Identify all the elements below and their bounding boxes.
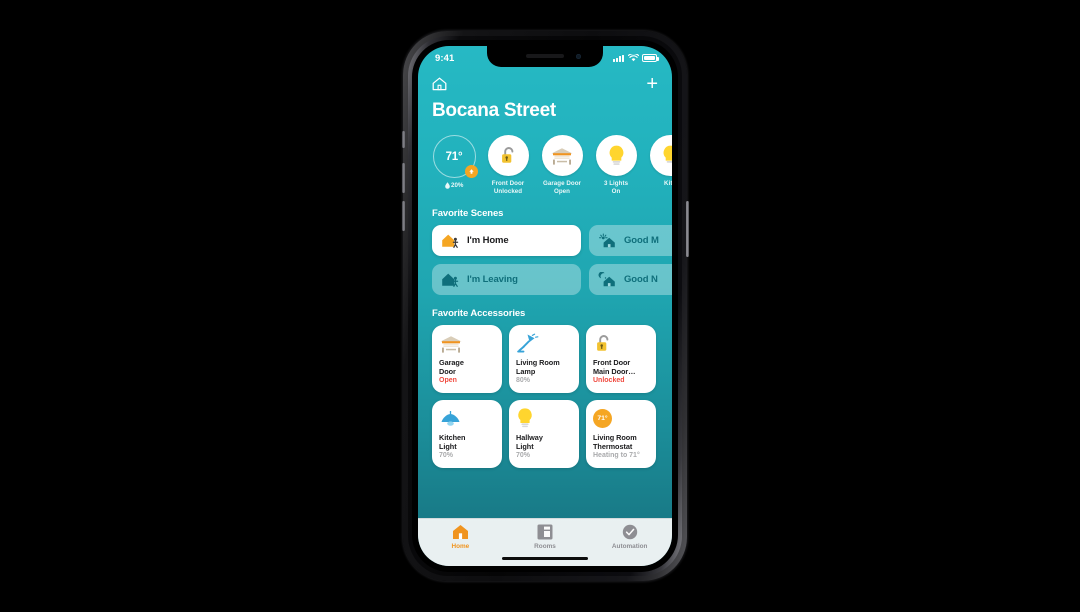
- tab-rooms[interactable]: Rooms: [503, 523, 588, 550]
- lightbulb-icon: [649, 135, 672, 176]
- thermostat-icon: 71°: [593, 407, 649, 430]
- status-bar-indicators: [613, 54, 659, 62]
- accessory-state: Open: [439, 377, 457, 385]
- status-item-front-door[interactable]: Front Door Unlocked: [486, 135, 530, 195]
- accessory-name: Living Room Lamp: [516, 358, 560, 376]
- garage-door-icon: [439, 332, 495, 355]
- status-item-label: Garage Door Open: [542, 180, 582, 195]
- accessory-kitchen-light[interactable]: Kitchen Light 70%: [432, 400, 502, 469]
- volume-up-button[interactable]: [401, 163, 405, 193]
- tab-label: Automation: [611, 542, 648, 550]
- status-item-label: Front Door Unlocked: [491, 180, 525, 195]
- house-person-walk-icon: [442, 273, 459, 287]
- status-summary-row: 71° 20% Front Door Unlocked Garage Door …: [418, 122, 672, 195]
- signal-bars-icon: [613, 54, 624, 62]
- mute-switch[interactable]: [401, 131, 405, 148]
- front-camera: [576, 54, 581, 59]
- status-thermostat[interactable]: 71° 20%: [432, 135, 478, 189]
- favorite-accessories-heading: Favorite Accessories: [432, 308, 526, 320]
- favorite-scenes-heading: Favorite Scenes: [432, 208, 504, 220]
- thermostat-ring: 71°: [432, 135, 478, 178]
- home-app: + Bocana Street 71° 20% Front Door Unloc…: [418, 68, 672, 566]
- status-bar-time: 9:41: [435, 52, 455, 64]
- screenshot-stage: 9:41 + Bocana Street 71° 20% Front Door …: [0, 0, 1080, 612]
- accessory-name: Living Room Thermostat: [593, 433, 637, 451]
- scene-label: I'm Leaving: [467, 274, 518, 286]
- accessory-state: 70%: [516, 452, 531, 460]
- accessory-garage-door[interactable]: Garage Door Open: [432, 325, 502, 394]
- arrow-up-icon: [464, 165, 478, 178]
- lightbulb-icon: [516, 407, 572, 430]
- favorite-scenes-grid: I'm Home Good M I'm Leaving Good N: [418, 225, 672, 296]
- accessory-name: Kitchen Light: [439, 433, 466, 451]
- accessory-name: Garage Door: [439, 358, 464, 376]
- tab-label: Home: [451, 542, 470, 550]
- garage-door-icon: [541, 135, 583, 176]
- automation-icon: [587, 523, 672, 540]
- status-item-garage-door[interactable]: Garage Door Open: [540, 135, 584, 195]
- accessory-name: Front Door Main Door…: [593, 358, 636, 376]
- accessory-state: 70%: [439, 452, 454, 460]
- scene-good-night[interactable]: Good N: [589, 264, 672, 296]
- accessory-name: Hallway Light: [516, 433, 543, 451]
- status-item-lights[interactable]: 3 Lights On: [594, 135, 638, 195]
- thermostat-temperature-badge: 71°: [593, 409, 612, 429]
- unlocked-padlock-icon: [487, 135, 529, 176]
- house-moon-icon: [598, 271, 615, 286]
- house-person-icon: [442, 234, 459, 248]
- thermostat-humidity-value: 20%: [451, 182, 464, 189]
- house-sun-icon: [599, 233, 615, 247]
- thermostat-humidity-row: 20%: [432, 182, 476, 189]
- tab-home[interactable]: Home: [418, 523, 503, 550]
- thermostat-temperature: 71°: [445, 150, 463, 163]
- droplet-icon: [444, 182, 450, 189]
- accessory-state: Heating to 71°: [593, 452, 640, 460]
- scene-im-home[interactable]: I'm Home: [432, 225, 581, 257]
- accessory-state: 80%: [516, 377, 531, 385]
- home-indicator[interactable]: [502, 556, 588, 560]
- pendant-lamp-icon: [439, 407, 495, 430]
- tab-label: Rooms: [534, 542, 556, 550]
- scene-good-morning[interactable]: Good M: [589, 225, 672, 257]
- volume-down-button[interactable]: [401, 201, 405, 231]
- notch: [487, 46, 603, 67]
- phone-screen: 9:41 + Bocana Street 71° 20% Front Door …: [418, 46, 672, 566]
- lightbulb-icon: [595, 135, 637, 176]
- tab-bar: Home Rooms Automation: [418, 518, 672, 566]
- accessory-state: Unlocked: [593, 377, 625, 385]
- power-button[interactable]: [685, 201, 689, 257]
- accessory-living-room-thermostat[interactable]: 71° Living Room Thermostat Heating to 71°: [586, 400, 656, 469]
- unlocked-padlock-icon: [593, 332, 649, 355]
- desk-lamp-icon: [516, 332, 572, 355]
- wifi-icon: [627, 54, 639, 62]
- scene-label: I'm Home: [467, 235, 509, 247]
- accessory-hallway-light[interactable]: Hallway Light 70%: [509, 400, 579, 469]
- accessory-front-door[interactable]: Front Door Main Door… Unlocked: [586, 325, 656, 394]
- accessory-living-room-lamp[interactable]: Living Room Lamp 80%: [509, 325, 579, 394]
- scene-im-leaving[interactable]: I'm Leaving: [432, 264, 581, 296]
- phone-frame: 9:41 + Bocana Street 71° 20% Front Door …: [401, 31, 689, 581]
- scene-label: Good M: [624, 235, 659, 247]
- page-title: Bocana Street: [432, 100, 556, 121]
- home-outline-icon[interactable]: [432, 77, 447, 91]
- favorite-accessories-grid: Garage Door Open Living Room Lamp 80% Fr…: [418, 325, 672, 469]
- status-item-label: Kitc: [664, 180, 672, 187]
- battery-icon: [642, 54, 659, 62]
- home-filled-icon: [418, 523, 503, 540]
- rooms-grid-icon: [503, 523, 588, 540]
- status-item-kitchen[interactable]: Kitc: [648, 135, 672, 188]
- status-item-label: 3 Lights On: [603, 180, 629, 195]
- earpiece-speaker: [526, 54, 564, 58]
- scene-label: Good N: [624, 274, 658, 286]
- app-nav-bar: +: [418, 68, 672, 94]
- add-button[interactable]: +: [646, 74, 658, 94]
- tab-automation[interactable]: Automation: [587, 523, 672, 550]
